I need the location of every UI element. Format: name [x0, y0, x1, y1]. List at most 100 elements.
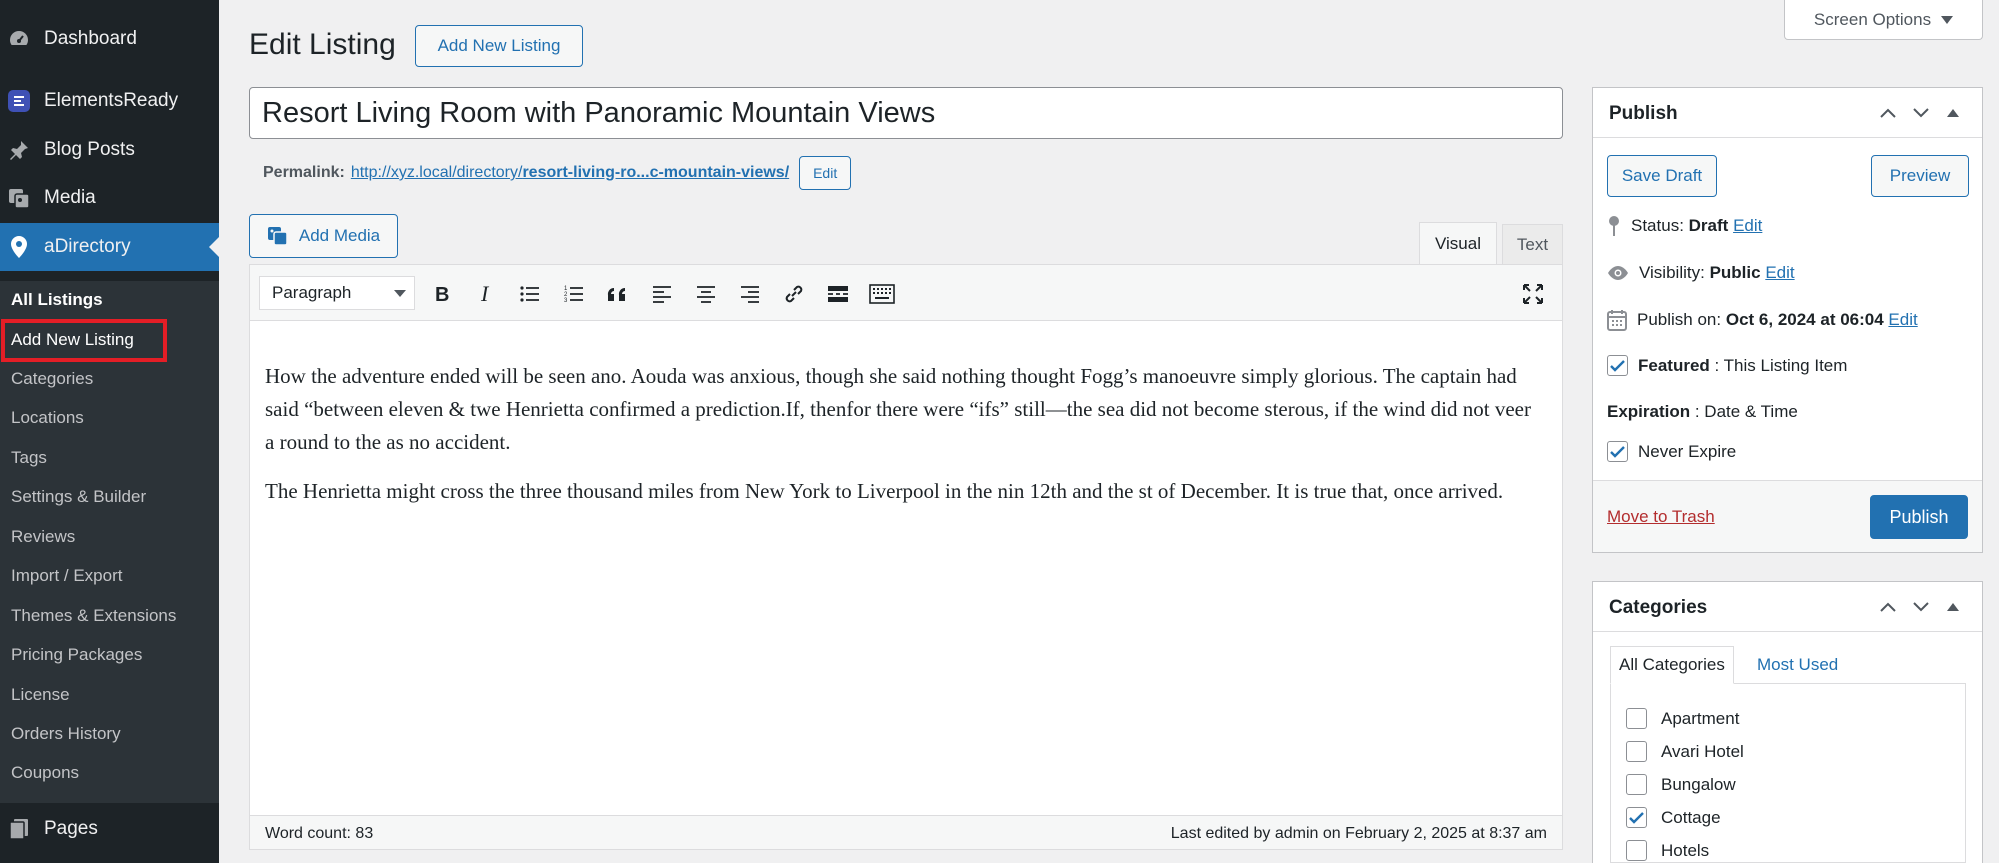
menu-item-pages[interactable]: Pages [0, 805, 219, 853]
menu-item-adirectory[interactable]: aDirectory [0, 223, 219, 271]
category-checkbox[interactable] [1626, 807, 1647, 828]
link-icon[interactable] [779, 279, 809, 309]
editor-content[interactable]: How the adventure ended will be seen ano… [265, 360, 1545, 524]
menu-item-media[interactable]: Media [0, 174, 219, 222]
align-center-icon[interactable] [691, 279, 721, 309]
submenu-coupons[interactable]: Coupons [11, 763, 79, 783]
checkmark-icon [1610, 359, 1625, 372]
tab-most-used[interactable]: Most Used [1749, 646, 1846, 684]
save-draft-button[interactable]: Save Draft [1607, 155, 1717, 197]
chevron-down-icon[interactable] [1910, 596, 1932, 618]
category-item[interactable]: Apartment [1626, 708, 1739, 729]
submenu-import-export[interactable]: Import / Export [11, 566, 122, 586]
permalink: Permalink: http://xyz.local/directory/re… [263, 156, 852, 190]
listing-title-input[interactable] [249, 87, 1563, 139]
publish-button[interactable]: Publish [1870, 495, 1968, 539]
featured-label: Featured [1638, 355, 1710, 375]
category-label: Hotels [1661, 840, 1710, 860]
submenu-locations[interactable]: Locations [11, 408, 84, 428]
category-checkbox[interactable] [1626, 840, 1647, 861]
categories-box-header: Categories [1593, 582, 1982, 632]
toggle-panel-icon[interactable] [1942, 102, 1964, 124]
publish-box-header: Publish [1593, 88, 1982, 138]
bullet-list-icon[interactable] [515, 279, 545, 309]
italic-icon[interactable]: I [471, 279, 501, 309]
category-item[interactable]: Hotels [1626, 840, 1709, 861]
featured-checkbox[interactable] [1607, 355, 1628, 376]
pin-icon [6, 137, 32, 163]
blockquote-icon[interactable] [603, 279, 633, 309]
category-checkbox[interactable] [1626, 741, 1647, 762]
tab-all-categories[interactable]: All Categories [1610, 646, 1734, 684]
toggle-panel-icon[interactable] [1942, 596, 1964, 618]
submenu-categories[interactable]: Categories [11, 369, 93, 389]
permalink-base: http://xyz.local/directory/ [350, 164, 523, 181]
menu-label: Dashboard [44, 28, 137, 49]
bold-icon[interactable]: B [427, 279, 457, 309]
menu-label: Pages [44, 818, 98, 839]
submenu-pricing-packages[interactable]: Pricing Packages [11, 645, 142, 665]
menu-item-elementsready[interactable]: ElementsReady [0, 77, 219, 125]
menu-label: ElementsReady [44, 90, 179, 111]
fullscreen-icon[interactable] [1518, 279, 1548, 309]
svg-text:B: B [435, 284, 449, 304]
submenu-all-listings[interactable]: All Listings [11, 290, 103, 310]
location-pin-icon [6, 234, 32, 260]
chevron-up-icon[interactable] [1877, 596, 1899, 618]
category-checkbox[interactable] [1626, 774, 1647, 795]
visibility-row: Visibility: Public Edit [1607, 263, 1795, 283]
submenu-tags[interactable]: Tags [11, 448, 47, 468]
add-new-listing-button[interactable]: Add New Listing [415, 25, 583, 67]
chevron-up-icon[interactable] [1877, 102, 1899, 124]
menu-item-blog-posts[interactable]: Blog Posts [0, 126, 219, 174]
publish-box-title: Publish [1609, 103, 1678, 124]
align-left-icon[interactable] [647, 279, 677, 309]
content-paragraph: How the adventure ended will be seen ano… [265, 364, 1531, 454]
category-item[interactable]: Cottage [1626, 807, 1721, 828]
category-item[interactable]: Avari Hotel [1626, 741, 1744, 762]
permalink-slug: resort-living-ro...c-mountain-views/ [522, 164, 790, 181]
chevron-down-icon[interactable] [1910, 102, 1932, 124]
media-icon [6, 185, 32, 211]
permalink-link[interactable]: http://xyz.local/directory/resort-living… [351, 164, 789, 182]
pages-icon [6, 816, 32, 842]
status-edit-link[interactable]: Edit [1733, 216, 1762, 235]
tab-visual[interactable]: Visual [1419, 222, 1497, 264]
highlight-annotation [1, 319, 167, 362]
expiration-label: Expiration [1607, 402, 1691, 421]
screen-options-label: Screen Options [1813, 9, 1932, 29]
categories-box-title: Categories [1609, 597, 1708, 618]
visibility-edit-link[interactable]: Edit [1765, 263, 1794, 282]
move-to-trash-link[interactable]: Move to Trash [1607, 507, 1715, 527]
never-expire-checkbox[interactable] [1607, 441, 1628, 462]
caret-down-icon [1941, 15, 1954, 24]
tab-text[interactable]: Text [1502, 224, 1563, 264]
submenu-orders-history[interactable]: Orders History [11, 724, 121, 744]
submenu-themes-extensions[interactable]: Themes & Extensions [11, 606, 176, 626]
permalink-edit-button[interactable]: Edit [799, 156, 852, 190]
category-label: Avari Hotel [1661, 741, 1744, 761]
caret-down-icon [394, 290, 406, 297]
menu-item-dashboard[interactable]: Dashboard [0, 15, 219, 63]
preview-button[interactable]: Preview [1871, 155, 1969, 197]
featured-row: Featured : This Listing Item [1607, 355, 1847, 376]
add-media-button[interactable]: Add Media [249, 214, 398, 258]
submenu-license[interactable]: License [11, 685, 70, 705]
status-value: Draft [1688, 216, 1729, 235]
last-edited: Last edited by admin on February 2, 2025… [1170, 825, 1547, 842]
eye-icon [1608, 266, 1628, 280]
read-more-icon[interactable] [823, 279, 853, 309]
category-checkbox[interactable] [1626, 708, 1647, 729]
screen-options-button[interactable]: Screen Options [1784, 0, 1983, 40]
format-select[interactable]: Paragraph [259, 276, 415, 310]
calendar-icon [1607, 310, 1627, 331]
add-media-icon [267, 227, 288, 246]
submenu-settings-builder[interactable]: Settings & Builder [11, 487, 146, 507]
category-item[interactable]: Bungalow [1626, 774, 1736, 795]
publish-on-edit-link[interactable]: Edit [1888, 310, 1917, 329]
toolbar-toggle-icon[interactable] [867, 279, 897, 309]
admin-sidebar: Dashboard ElementsReady Blog Posts Media… [0, 0, 219, 863]
numbered-list-icon[interactable]: 123 [559, 279, 589, 309]
submenu-reviews[interactable]: Reviews [11, 527, 75, 547]
align-right-icon[interactable] [735, 279, 765, 309]
